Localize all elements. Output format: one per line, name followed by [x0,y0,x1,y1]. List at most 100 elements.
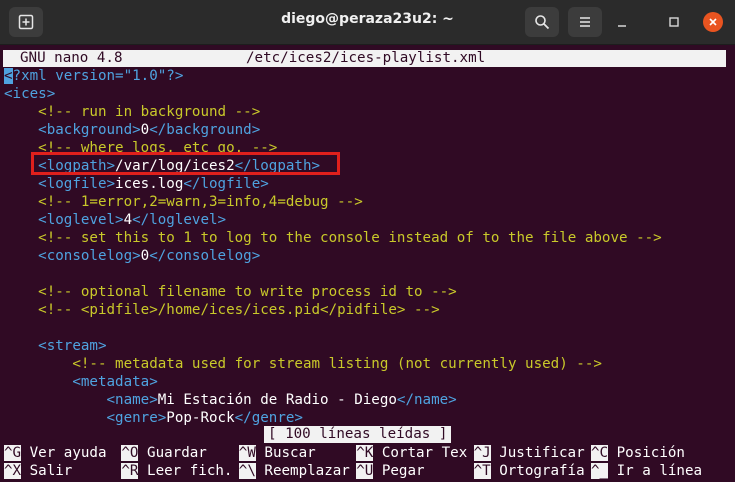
editor-line[interactable]: <background>0</background> [4,121,260,139]
editor-line[interactable]: <loglevel>4</loglevel> [4,211,226,229]
editor-line[interactable]: <!-- optional filename to write process … [4,283,457,301]
syntax-token: </consolelog> [149,248,261,264]
shortcut-label: Buscar [255,445,316,461]
editor-line[interactable]: <!-- run in background --> [4,103,260,121]
shortcut-key: ^U [356,463,374,479]
minimize-icon [618,25,626,27]
shortcut-label: Leer fich. [138,463,233,479]
shortcut-key: ^T [473,463,491,479]
nano-header: GNU nano 4.8 /etc/ices2/ices-playlist.xm… [3,50,726,67]
syntax-token: <metadata> [72,374,158,390]
editor-line[interactable]: <logfile>ices.log</logfile> [4,175,269,193]
shortcut-item[interactable]: ^O Guardar [121,444,207,462]
hamburger-menu-icon [580,17,590,27]
editor-line[interactable]: <metadata> [4,373,158,391]
syntax-token: <!-- 1=error,2=warn,3=info,4=debug --> [38,194,363,210]
syntax-token: <logfile> [38,176,116,192]
shortcut-key: ^G [4,445,22,461]
shortcut-key: ^J [473,445,491,461]
shortcut-label: Ortografía [490,463,585,479]
editor-line[interactable]: <!-- <pidfile>/home/ices/ices.pid</pidfi… [4,301,440,319]
syntax-token: 4 [123,212,133,228]
shortcut-item[interactable]: ^J Justificar [473,444,585,462]
editor-line[interactable]: <ices> [4,85,55,103]
syntax-token: <consolelog> [38,248,141,264]
editor-line[interactable]: <stream> [4,337,107,355]
search-icon [535,15,550,30]
shortcut-key: ^C [591,445,609,461]
shortcut-item[interactable]: ^W Buscar [238,444,316,462]
minimize-button[interactable] [612,12,632,32]
shortcut-item[interactable]: ^U Pegar [356,462,425,480]
syntax-token: </genre> [234,410,303,426]
shortcut-key: ^R [121,463,139,479]
shortcut-item[interactable]: ^G Ver ayuda [4,444,107,462]
terminal-area[interactable]: GNU nano 4.8 /etc/ices2/ices-playlist.xm… [0,45,735,482]
shortcut-key: ^K [356,445,374,461]
syntax-token: 0 [140,248,150,264]
syntax-token: ices.log [115,176,184,192]
syntax-token: <genre> [106,410,167,426]
syntax-token: <ices> [4,86,56,102]
shortcut-label: Pegar [373,463,425,479]
editor-line[interactable]: <!-- 1=error,2=warn,3=info,4=debug --> [4,193,363,211]
shortcut-label: Ir a línea [608,463,703,479]
editor-line[interactable]: <!-- set this to 1 to log to the console… [4,229,662,247]
syntax-token: </name> [396,392,457,408]
syntax-token: Mi Estación de Radio - Diego [157,392,397,408]
maximize-icon [669,17,679,27]
editor-line[interactable]: <genre>Pop-Rock</genre> [4,409,303,427]
shortcut-key: ^_ [591,463,609,479]
shortcut-label: Reemplazar [255,463,350,479]
editor-line[interactable]: <name>Mi Estación de Radio - Diego</name… [4,391,457,409]
shortcut-item[interactable]: ^X Salir [4,462,72,480]
menu-button[interactable] [568,7,602,37]
shortcut-key: ^X [4,463,22,479]
shortcut-label: Ver ayuda [21,445,107,461]
editor-line[interactable]: <!-- metadata used for stream listing (n… [4,355,602,373]
shortcut-key: ^O [121,445,139,461]
syntax-token: <loglevel> [38,212,124,228]
syntax-token: </loglevel> [132,212,227,228]
shortcut-item[interactable]: ^T Ortografía [473,462,585,480]
shortcut-item[interactable]: ^R Leer fich. [121,462,232,480]
status-message: [ 100 líneas leídas ] [264,426,452,443]
shortcut-label: Cortar Tex [373,445,468,461]
editor-line[interactable]: <consolelog>0</consolelog> [4,247,260,265]
syntax-token: ?xml version="1.0"?> [12,68,184,84]
shortcut-key: ^W [238,445,256,461]
maximize-button[interactable] [664,12,684,32]
syntax-token: 0 [140,122,150,138]
shortcut-label: Justificar [490,445,585,461]
syntax-token: <!-- <pidfile>/home/ices/ices.pid</pidfi… [38,302,440,318]
shortcut-item[interactable]: ^_ Ir a línea [591,462,702,480]
close-icon [709,18,717,26]
syntax-token: </background> [149,122,261,138]
syntax-token: <!-- metadata used for stream listing (n… [72,356,602,372]
syntax-token: <stream> [38,338,107,354]
shortcut-item[interactable]: ^C Posición [591,444,685,462]
shortcut-label: Posición [608,445,685,461]
highlight-box [31,152,340,175]
window-titlebar: diego@peraza23u2: ~ [0,0,735,45]
close-button[interactable] [703,12,723,32]
syntax-token: <!-- optional filename to write process … [38,284,457,300]
shortcut-label: Guardar [138,445,207,461]
editor-line[interactable]: <?xml version="1.0"?> [4,67,183,85]
shortcut-item[interactable]: ^K Cortar Tex [356,444,467,462]
search-button[interactable] [525,7,559,37]
shortcut-item[interactable]: ^\ Reemplazar [238,462,350,480]
nano-filename: /etc/ices2/ices-playlist.xml [246,50,486,66]
